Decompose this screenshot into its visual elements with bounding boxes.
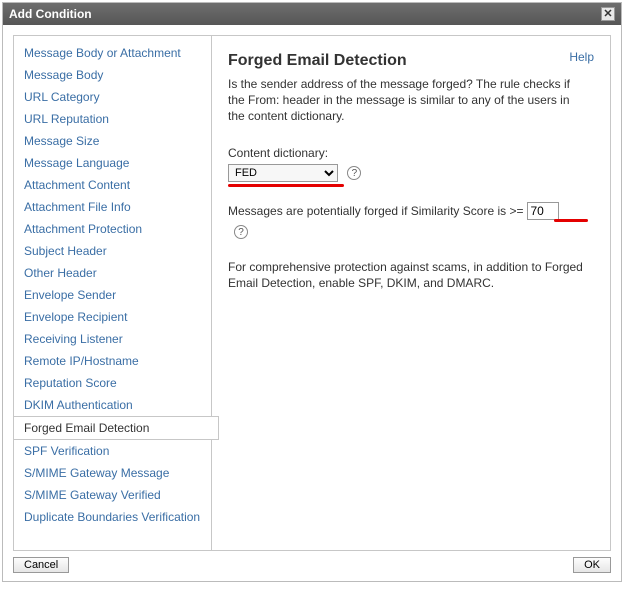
highlight-annotation	[554, 219, 588, 222]
titlebar: Add Condition ✕	[3, 3, 621, 25]
ok-button[interactable]: OK	[573, 557, 611, 573]
help-link[interactable]: Help	[569, 50, 594, 64]
sidebar-item[interactable]: Message Language	[14, 152, 211, 174]
sidebar-item[interactable]: Message Body or Attachment	[14, 42, 211, 64]
dialog-window: Add Condition ✕ Message Body or Attachme…	[2, 2, 622, 582]
sidebar-item[interactable]: Message Body	[14, 64, 211, 86]
similarity-score-input[interactable]	[527, 202, 559, 220]
sidebar-item[interactable]: DKIM Authentication	[14, 394, 211, 416]
sidebar-item[interactable]: S/MIME Gateway Message	[14, 462, 211, 484]
sidebar-item[interactable]: URL Category	[14, 86, 211, 108]
sidebar-item[interactable]: Other Header	[14, 262, 211, 284]
sidebar: Message Body or AttachmentMessage BodyUR…	[14, 36, 212, 550]
sidebar-item[interactable]: Subject Header	[14, 240, 211, 262]
dialog-footer: Cancel OK	[13, 551, 611, 573]
sidebar-item[interactable]: Attachment File Info	[14, 196, 211, 218]
sidebar-item[interactable]: Reputation Score	[14, 372, 211, 394]
sidebar-item[interactable]: Attachment Content	[14, 174, 211, 196]
help-icon[interactable]: ?	[234, 225, 248, 239]
page-heading: Forged Email Detection	[228, 52, 594, 70]
help-icon[interactable]: ?	[347, 166, 361, 180]
main-pane: Help Forged Email Detection Is the sende…	[212, 36, 610, 550]
close-icon[interactable]: ✕	[601, 7, 615, 21]
sidebar-item[interactable]: Attachment Protection	[14, 218, 211, 240]
similarity-text: Messages are potentially forged if Simil…	[228, 201, 523, 221]
sidebar-item[interactable]: Message Size	[14, 130, 211, 152]
sidebar-item[interactable]: Receiving Listener	[14, 328, 211, 350]
page-description: Is the sender address of the message for…	[228, 76, 588, 124]
sidebar-item[interactable]: SPF Verification	[14, 440, 211, 462]
sidebar-item[interactable]: URL Reputation	[14, 108, 211, 130]
sidebar-item[interactable]: Forged Email Detection	[14, 416, 219, 440]
cancel-button[interactable]: Cancel	[13, 557, 69, 573]
protection-note: For comprehensive protection against sca…	[228, 259, 594, 291]
sidebar-item[interactable]: Envelope Recipient	[14, 306, 211, 328]
content-dictionary-select[interactable]: FED	[228, 164, 338, 182]
sidebar-item[interactable]: Remote IP/Hostname	[14, 350, 211, 372]
highlight-annotation	[228, 184, 344, 187]
sidebar-item[interactable]: Envelope Sender	[14, 284, 211, 306]
sidebar-item[interactable]: Duplicate Boundaries Verification	[14, 506, 211, 528]
content-dictionary-label: Content dictionary:	[228, 146, 594, 160]
window-title: Add Condition	[9, 7, 92, 21]
sidebar-item[interactable]: S/MIME Gateway Verified	[14, 484, 211, 506]
